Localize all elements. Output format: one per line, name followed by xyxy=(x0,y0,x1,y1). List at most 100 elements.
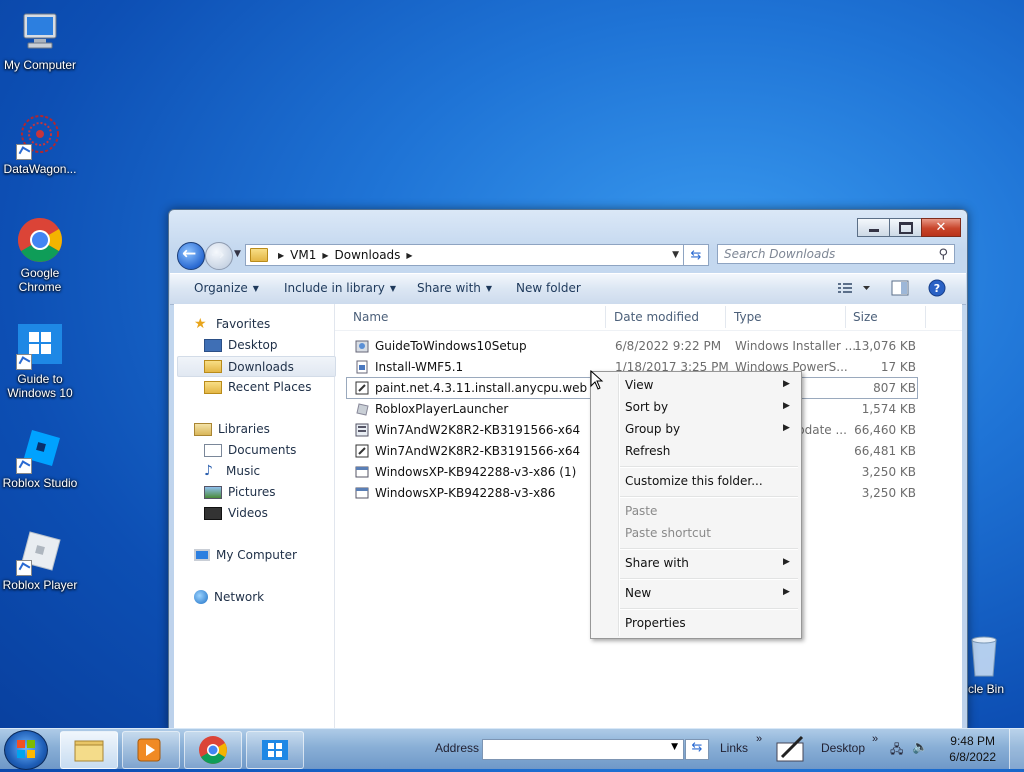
breadcrumb-separator-icon[interactable]: ▶ xyxy=(406,251,412,260)
maximize-button[interactable] xyxy=(889,218,922,237)
share-with-button[interactable]: Share with ▼ xyxy=(417,281,492,295)
menu-item-refresh[interactable]: Refresh xyxy=(625,444,670,458)
nav-downloads[interactable]: Downloads xyxy=(177,356,336,377)
libraries-icon xyxy=(194,422,212,436)
column-header-date[interactable]: Date modified xyxy=(614,310,699,324)
maximize-icon xyxy=(898,221,913,234)
windows-logo-icon xyxy=(16,322,64,370)
window-controls: ✕ xyxy=(857,218,961,237)
include-in-library-button[interactable]: Include in library ▼ xyxy=(284,281,396,295)
volume-tray-icon[interactable]: 🔈 xyxy=(912,739,928,755)
desktop-icon-google-chrome[interactable]: Google Chrome xyxy=(0,216,80,294)
menu-item-customize-folder[interactable]: Customize this folder... xyxy=(625,474,763,488)
forward-button[interactable] xyxy=(205,242,233,270)
menu-item-paste[interactable]: Paste xyxy=(625,504,657,518)
recent-pages-dropdown-icon[interactable]: ▼ xyxy=(234,249,241,259)
nav-my-computer[interactable]: My Computer xyxy=(194,545,351,565)
desktop-icon-roblox-player[interactable]: Roblox Player xyxy=(0,528,80,592)
desktop-icon-guide-to-windows-10[interactable]: Guide to Windows 10 xyxy=(0,322,80,400)
organize-button[interactable]: Organize ▼ xyxy=(194,281,259,295)
file-row[interactable]: GuideToWindows10Setup 6/8/2022 9:22 PM W… xyxy=(347,336,907,356)
column-divider[interactable] xyxy=(605,306,606,328)
menu-item-group-by[interactable]: Group by ▶ xyxy=(625,422,790,436)
desktop-icon-label: Google Chrome xyxy=(18,266,62,294)
start-button[interactable] xyxy=(4,730,48,770)
menu-separator xyxy=(620,578,798,580)
share-with-label: Share with xyxy=(417,281,481,295)
menu-item-sort-by[interactable]: Sort by ▶ xyxy=(625,400,790,414)
column-divider[interactable] xyxy=(845,306,846,328)
tablet-input-icon[interactable] xyxy=(774,733,808,765)
exe-icon xyxy=(355,486,369,500)
breadcrumb-separator-icon[interactable]: ▶ xyxy=(322,251,328,260)
taskbar-address-input[interactable]: ▼ xyxy=(482,739,684,760)
taskbar-guide-windows10-button[interactable] xyxy=(246,731,304,769)
address-dropdown-icon[interactable]: ▼ xyxy=(671,742,678,752)
preview-pane-button[interactable] xyxy=(891,280,909,299)
desktop-icon-my-computer[interactable]: My Computer xyxy=(0,8,80,72)
desktop-icon-label: My Computer xyxy=(3,58,77,72)
shortcut-arrow-icon xyxy=(16,560,32,576)
back-button[interactable] xyxy=(177,242,205,270)
column-divider[interactable] xyxy=(725,306,726,328)
column-header-size[interactable]: Size xyxy=(853,310,878,324)
close-button[interactable]: ✕ xyxy=(921,218,961,237)
context-menu: View ▶ Sort by ▶ Group by ▶ Refresh Customi… xyxy=(590,371,802,639)
menu-label: Share with xyxy=(625,556,689,570)
submenu-arrow-icon: ▶ xyxy=(783,423,790,433)
nav-favorites[interactable]: ★ Favorites xyxy=(194,314,351,334)
breadcrumb-downloads[interactable]: Downloads xyxy=(335,248,401,262)
desktop-icon-datawagon[interactable]: DataWagon... xyxy=(0,112,80,176)
taskbar-explorer-button[interactable] xyxy=(60,731,118,769)
minimize-button[interactable] xyxy=(857,218,890,237)
roblox-icon xyxy=(355,402,369,416)
preview-pane-icon xyxy=(891,280,909,296)
desktop-icon-roblox-studio[interactable]: Roblox Studio xyxy=(0,426,80,490)
menu-item-share-with[interactable]: Share with ▶ xyxy=(625,556,790,570)
shortcut-arrow-icon xyxy=(16,144,32,160)
explorer-content: ★ Favorites Desktop Downloads Recent Plac… xyxy=(174,304,962,730)
taskbar-go-button[interactable]: ⇆ xyxy=(685,739,709,760)
chevron-icon[interactable]: » xyxy=(872,733,878,745)
media-player-icon xyxy=(137,738,161,762)
chevron-icon[interactable]: » xyxy=(756,733,762,745)
links-toolbar-label[interactable]: Links xyxy=(720,741,748,755)
exe-icon xyxy=(355,465,369,479)
breadcrumb-vm1[interactable]: VM1 xyxy=(290,248,316,262)
refresh-button[interactable]: ⇆ xyxy=(684,244,709,266)
column-divider[interactable] xyxy=(925,306,926,328)
nav-libraries[interactable]: Libraries xyxy=(194,419,351,439)
submenu-arrow-icon: ▶ xyxy=(783,557,790,567)
network-tray-icon[interactable]: 🖧 xyxy=(890,740,903,761)
menu-item-paste-shortcut[interactable]: Paste shortcut xyxy=(625,526,711,540)
file-size: 807 KB xyxy=(873,381,916,395)
svg-text:?: ? xyxy=(934,282,940,295)
nav-label: Recent Places xyxy=(228,380,312,394)
column-header-type[interactable]: Type xyxy=(734,310,762,324)
computer-icon xyxy=(16,8,64,56)
taskbar-chrome-button[interactable] xyxy=(184,731,242,769)
search-input[interactable]: Search Downloads ⚲ xyxy=(717,244,955,264)
file-name: WindowsXP-KB942288-v3-x86 (1) xyxy=(375,465,577,479)
show-desktop-button[interactable] xyxy=(1009,729,1024,769)
new-folder-button[interactable]: New folder xyxy=(516,281,581,295)
clock[interactable]: 9:48 PM 6/8/2022 xyxy=(949,733,996,765)
help-button[interactable]: ? xyxy=(928,279,946,300)
address-bar[interactable]: ▶ VM1 ▶ Downloads ▶ ▼ xyxy=(245,244,684,266)
refresh-icon: ⇆ xyxy=(690,247,702,263)
menu-item-properties[interactable]: Properties xyxy=(625,616,686,630)
taskbar-media-player-button[interactable] xyxy=(122,731,180,769)
organize-label: Organize xyxy=(194,281,248,295)
caret-down-icon: ▼ xyxy=(252,284,259,293)
view-options-button[interactable] xyxy=(837,280,873,299)
menu-item-view[interactable]: View ▶ xyxy=(625,378,790,392)
address-dropdown-icon[interactable]: ▼ xyxy=(672,250,679,260)
search-icon[interactable]: ⚲ xyxy=(938,247,948,262)
breadcrumb-separator-icon[interactable]: ▶ xyxy=(278,251,284,260)
menu-item-new[interactable]: New ▶ xyxy=(625,586,790,600)
column-header-name[interactable]: Name xyxy=(353,310,388,324)
videos-icon xyxy=(204,506,222,520)
menu-label: Sort by xyxy=(625,400,669,414)
desktop-toolbar-label[interactable]: Desktop xyxy=(821,741,865,755)
nav-network[interactable]: Network xyxy=(194,587,351,607)
